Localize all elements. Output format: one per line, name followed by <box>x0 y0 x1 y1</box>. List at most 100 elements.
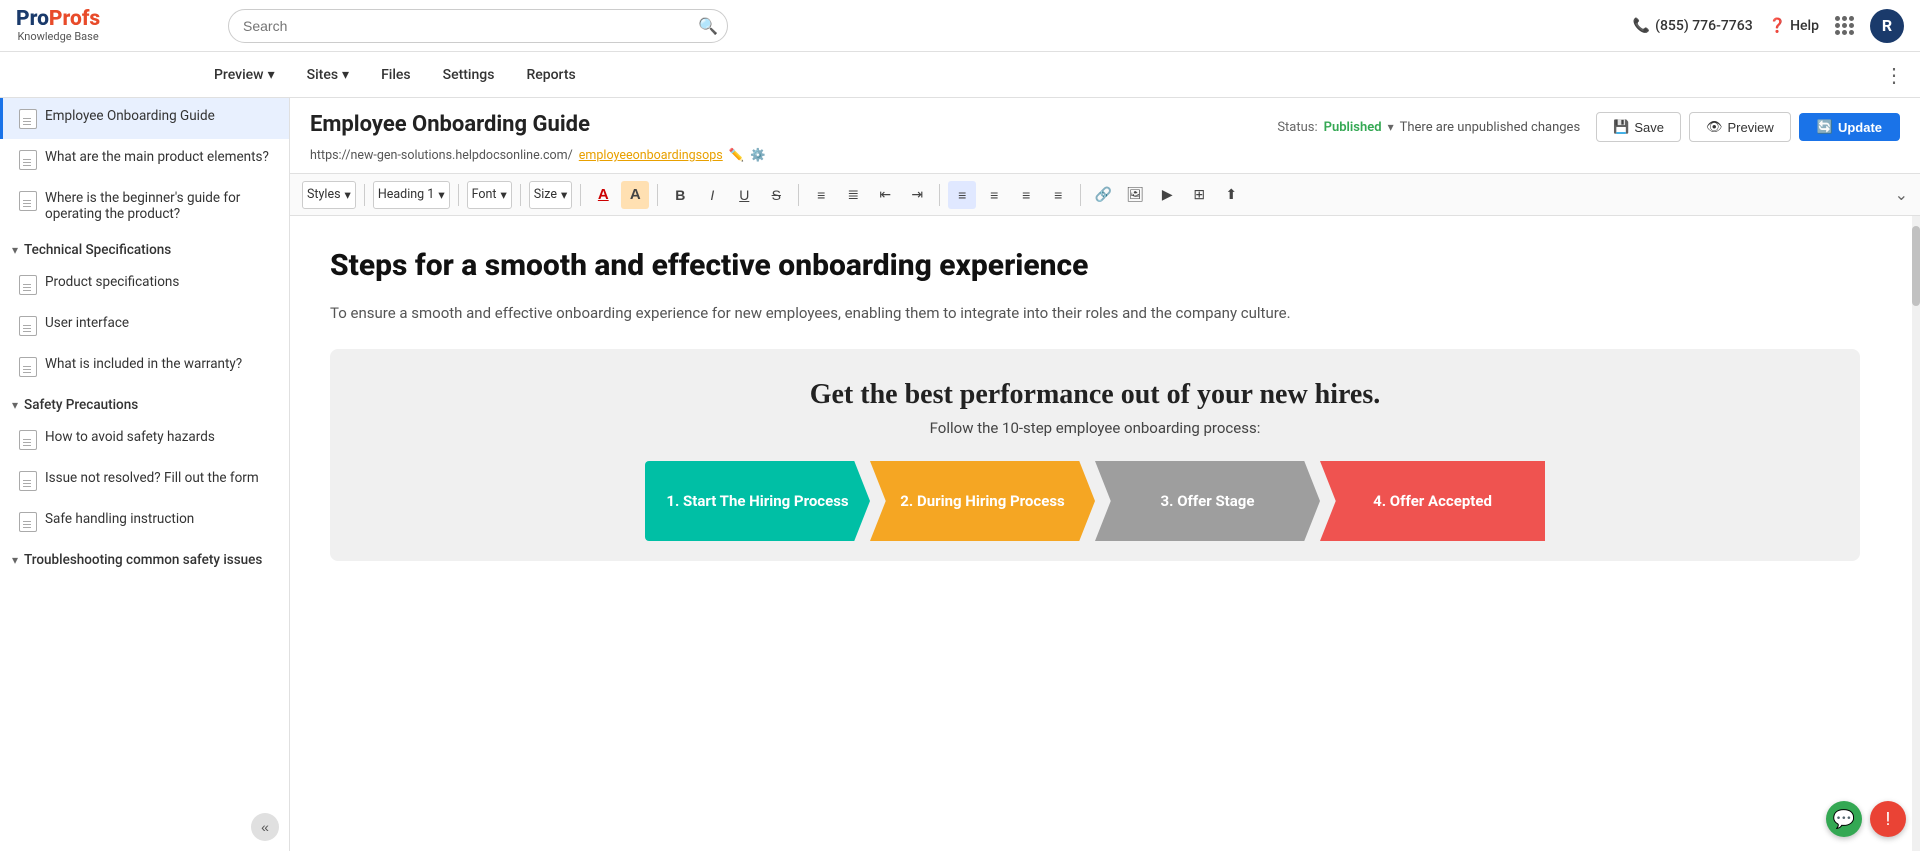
heading-label: Heading 1 <box>378 187 434 202</box>
styles-select[interactable]: Styles ▾ <box>302 181 356 209</box>
content-header: Employee Onboarding Guide Status: Publis… <box>290 98 1920 174</box>
styles-label: Styles <box>307 187 341 202</box>
outdent-button[interactable]: ⇤ <box>871 181 899 209</box>
sidebar-item-beginners-guide[interactable]: Where is the beginner's guide for operat… <box>0 180 289 232</box>
logo-area: ProProfs Knowledge Base <box>16 8 216 43</box>
link-button[interactable]: 🔗 <box>1089 181 1117 209</box>
infographic-subtitle: Follow the 10-step employee onboarding p… <box>350 419 1840 437</box>
sidebar-item-label: Safe handling instruction <box>45 511 194 527</box>
toolbar-separator-2 <box>458 184 459 206</box>
sidebar-section-safety[interactable]: ▾ Safety Precautions <box>0 387 289 419</box>
sidebar-item-product-elements[interactable]: What are the main product elements? <box>0 139 289 180</box>
toolbar-separator-6 <box>798 184 799 206</box>
article-description: To ensure a smooth and effective onboard… <box>330 301 1860 325</box>
align-right-button[interactable]: ≡ <box>1012 181 1040 209</box>
scrollbar-track[interactable] <box>1912 216 1920 851</box>
editor-content: Steps for a smooth and effective onboard… <box>290 216 1920 851</box>
image-button[interactable]: 🖼 <box>1121 181 1149 209</box>
sidebar-collapse-button[interactable]: « <box>251 813 279 841</box>
doc-icon <box>19 275 37 295</box>
align-left-button[interactable]: ≡ <box>948 181 976 209</box>
upload-button[interactable]: ⬆ <box>1217 181 1245 209</box>
bold-button[interactable]: B <box>666 181 694 209</box>
infographic-title: Get the best performance out of your new… <box>350 379 1840 411</box>
nav-items: Preview ▾ Sites ▾ Files Settings Reports <box>200 59 590 91</box>
article-desc-text: To ensure a smooth and effective onboard… <box>330 304 1291 322</box>
settings-icon[interactable]: ⚙️ <box>750 148 766 163</box>
top-header: ProProfs Knowledge Base 🔍 📞 (855) 776-77… <box>0 0 1920 52</box>
italic-button[interactable]: I <box>698 181 726 209</box>
sidebar-section-label: Technical Specifications <box>24 242 171 258</box>
logo-kb: Knowledge Base <box>16 31 100 43</box>
article-title: Employee Onboarding Guide <box>310 112 590 137</box>
edit-icon[interactable]: ✏️ <box>729 148 745 163</box>
content-area: Employee Onboarding Guide Status: Publis… <box>290 98 1920 851</box>
sync-icon: 🔄 <box>1817 119 1833 135</box>
underline-button[interactable]: U <box>730 181 758 209</box>
main-layout: Employee Onboarding Guide What are the m… <box>0 98 1920 851</box>
table-button[interactable]: ⊞ <box>1185 181 1213 209</box>
status-arrow-icon[interactable]: ▾ <box>1388 120 1394 134</box>
update-button[interactable]: 🔄 Update <box>1799 113 1900 141</box>
avatar[interactable]: R <box>1870 9 1904 43</box>
align-center-button[interactable]: ≡ <box>980 181 1008 209</box>
sidebar-item-label: What are the main product elements? <box>45 149 269 165</box>
phone-link[interactable]: 📞 (855) 776-7763 <box>1633 18 1753 34</box>
font-color-button[interactable]: A <box>589 181 617 209</box>
article-heading: Steps for a smooth and effective onboard… <box>330 246 1860 285</box>
url-slug[interactable]: employeeonboardingsops <box>579 148 723 163</box>
nav-preview[interactable]: Preview ▾ <box>200 59 289 91</box>
video-button[interactable]: ▶ <box>1153 181 1181 209</box>
nav-files[interactable]: Files <box>367 59 425 91</box>
toolbar-expand-button[interactable]: ⌄ <box>1895 185 1908 205</box>
save-button[interactable]: 💾 Save <box>1596 112 1681 142</box>
nav-more-icon[interactable]: ⋮ <box>1884 63 1904 87</box>
header-right: 📞 (855) 776-7763 ❓ Help R <box>1633 9 1904 43</box>
chat-icon[interactable]: 💬 <box>1826 801 1862 837</box>
heading-select[interactable]: Heading 1 ▾ <box>373 181 450 209</box>
sidebar-item-warranty[interactable]: What is included in the warranty? <box>0 346 289 387</box>
sidebar-item-fill-form[interactable]: Issue not resolved? Fill out the form <box>0 460 289 501</box>
font-select[interactable]: Font ▾ <box>467 181 512 209</box>
chevron-down-icon: ▾ <box>12 553 18 567</box>
indent-button[interactable]: ⇥ <box>903 181 931 209</box>
content-url: https://new-gen-solutions.helpdocsonline… <box>310 148 1900 163</box>
nav-reports[interactable]: Reports <box>512 59 589 91</box>
size-select[interactable]: Size ▾ <box>529 181 572 209</box>
strikethrough-button[interactable]: S <box>762 181 790 209</box>
scrollbar-thumb[interactable] <box>1912 226 1920 306</box>
ordered-list-button[interactable]: ≡ <box>807 181 835 209</box>
nav-settings[interactable]: Settings <box>429 59 509 91</box>
sidebar-item-label: Issue not resolved? Fill out the form <box>45 470 259 486</box>
sidebar-item-label: User interface <box>45 315 129 331</box>
preview-button[interactable]: 👁 Preview <box>1689 112 1791 142</box>
sidebar-item-label: What is included in the warranty? <box>45 356 242 372</box>
doc-icon <box>19 512 37 532</box>
grid-icon[interactable] <box>1835 16 1854 35</box>
search-bar[interactable]: 🔍 <box>228 9 728 43</box>
sidebar-item-avoid-hazards[interactable]: How to avoid safety hazards <box>0 419 289 460</box>
step-2: 2. During Hiring Process <box>870 461 1095 541</box>
sidebar-item-safe-handling[interactable]: Safe handling instruction <box>0 501 289 542</box>
help-link[interactable]: ❓ Help <box>1769 18 1819 34</box>
alert-icon[interactable]: ! <box>1870 801 1906 837</box>
sidebar-item-product-specs[interactable]: Product specifications <box>0 264 289 305</box>
unordered-list-button[interactable]: ≣ <box>839 181 867 209</box>
logo-profs: Profs <box>49 8 100 31</box>
toolbar-separator-8 <box>1080 184 1081 206</box>
nav-bar: + New Preview ▾ Sites ▾ Files Settings R… <box>0 52 1920 98</box>
sidebar-section-troubleshooting[interactable]: ▾ Troubleshooting common safety issues <box>0 542 289 574</box>
update-label: Update <box>1838 120 1882 135</box>
search-input[interactable] <box>228 9 728 43</box>
title-actions: Status: Published ▾ There are unpublishe… <box>1277 112 1900 142</box>
sidebar-item-user-interface[interactable]: User interface <box>0 305 289 346</box>
sidebar-section-tech[interactable]: ▾ Technical Specifications <box>0 232 289 264</box>
nav-sites[interactable]: Sites ▾ <box>293 59 363 91</box>
sidebar-item-onboarding-guide[interactable]: Employee Onboarding Guide <box>0 98 289 139</box>
collapse-icon: « <box>261 819 269 835</box>
text-highlight-button[interactable]: A <box>621 181 649 209</box>
toolbar-separator-3 <box>520 184 521 206</box>
step-1: 1. Start The Hiring Process <box>645 461 870 541</box>
steps-row: 1. Start The Hiring Process 2. During Hi… <box>645 461 1545 541</box>
align-justify-button[interactable]: ≡ <box>1044 181 1072 209</box>
